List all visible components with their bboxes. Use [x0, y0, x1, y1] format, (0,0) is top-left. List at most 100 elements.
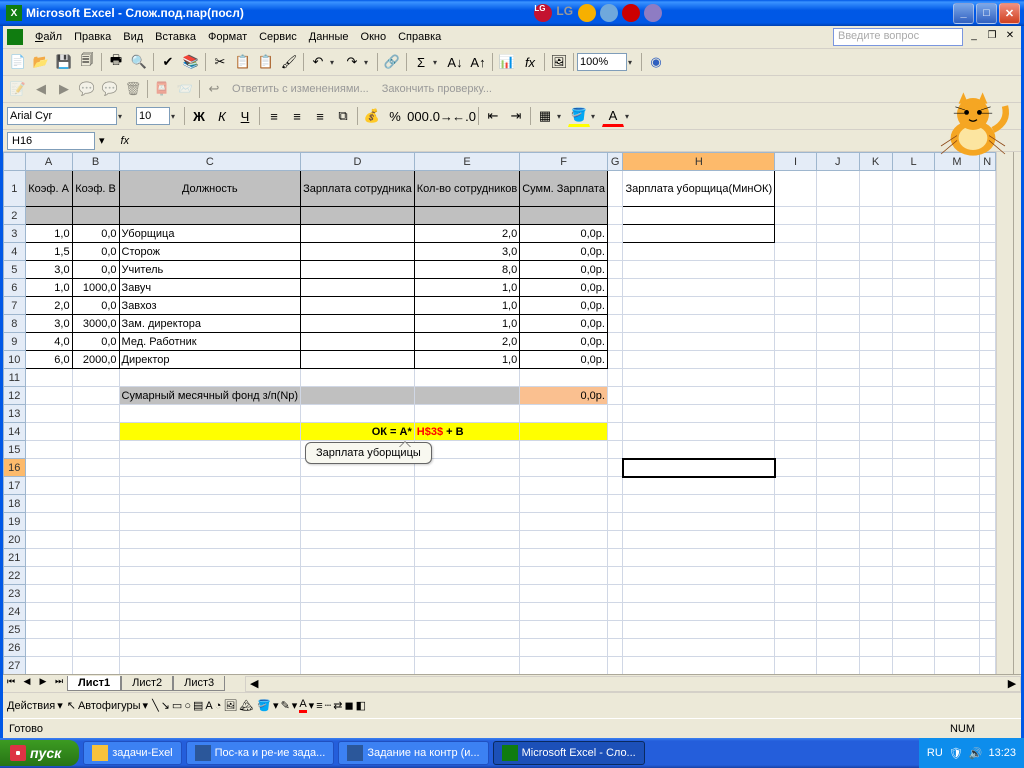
cell[interactable] [301, 333, 415, 351]
cell[interactable] [859, 567, 892, 585]
cell[interactable]: Коэф. В [72, 171, 119, 207]
cell[interactable] [119, 477, 301, 495]
cell[interactable] [623, 567, 775, 585]
cell[interactable] [607, 279, 622, 297]
menu-view[interactable]: Вид [117, 29, 149, 45]
cell[interactable]: 0,0 [72, 297, 119, 315]
col-header[interactable]: D [301, 153, 415, 171]
cell[interactable] [859, 207, 892, 225]
cell[interactable]: 0,0р. [520, 387, 608, 405]
row-header[interactable]: 3 [4, 225, 26, 243]
cell[interactable] [892, 243, 935, 261]
menu-help[interactable]: Справка [392, 29, 447, 45]
permissions-icon[interactable]: 🗐 [76, 51, 98, 73]
cell[interactable] [979, 207, 995, 225]
cut-icon[interactable]: ✂ [209, 51, 231, 73]
cell[interactable] [979, 261, 995, 279]
cell[interactable] [979, 243, 995, 261]
task-pane-handle[interactable] [1013, 152, 1021, 674]
mdi-restore-button[interactable]: ❐ [985, 30, 999, 44]
cell[interactable] [979, 297, 995, 315]
cell[interactable] [623, 531, 775, 549]
open-icon[interactable]: 📂 [30, 51, 52, 73]
cell[interactable]: 3,0 [25, 315, 72, 333]
cell[interactable] [892, 171, 935, 207]
cell[interactable] [979, 657, 995, 675]
col-header[interactable]: H [623, 153, 775, 171]
cell[interactable] [623, 261, 775, 279]
cell[interactable] [623, 207, 775, 225]
cell[interactable] [301, 657, 415, 675]
cell[interactable] [775, 297, 817, 315]
cell[interactable] [817, 495, 860, 513]
cell[interactable] [414, 405, 519, 423]
cell[interactable] [607, 405, 622, 423]
cell[interactable] [623, 495, 775, 513]
cell[interactable] [301, 351, 415, 369]
font-name-input[interactable] [7, 107, 117, 125]
cell[interactable] [979, 441, 995, 459]
cell[interactable]: Уборщица [119, 225, 301, 243]
hyperlink-icon[interactable]: 🔗 [381, 51, 403, 73]
cell[interactable] [301, 261, 415, 279]
cell[interactable] [892, 477, 935, 495]
cell[interactable] [979, 567, 995, 585]
mdi-minimize-button[interactable]: _ [967, 30, 981, 44]
cell[interactable] [935, 531, 979, 549]
cell[interactable]: 3000,0 [72, 315, 119, 333]
cell[interactable]: 2,0 [414, 225, 519, 243]
cell[interactable] [775, 477, 817, 495]
cell[interactable] [414, 567, 519, 585]
cell[interactable] [892, 495, 935, 513]
chart-icon[interactable]: 📊 [496, 51, 518, 73]
cell[interactable] [72, 657, 119, 675]
cell[interactable] [935, 621, 979, 639]
cell[interactable] [775, 495, 817, 513]
cell[interactable] [72, 495, 119, 513]
sheet-tab-2[interactable]: Лист2 [121, 676, 173, 691]
comma-icon[interactable]: 000 [407, 105, 429, 127]
cell[interactable] [859, 639, 892, 657]
cell[interactable] [607, 513, 622, 531]
row-header[interactable]: 10 [4, 351, 26, 369]
cell[interactable] [607, 315, 622, 333]
cell[interactable] [119, 585, 301, 603]
cell[interactable] [301, 531, 415, 549]
cell[interactable] [520, 621, 608, 639]
cell[interactable] [859, 621, 892, 639]
cell[interactable] [623, 297, 775, 315]
cell[interactable]: Коэф. А [25, 171, 72, 207]
minimize-button[interactable]: _ [953, 3, 974, 24]
cell[interactable]: Учитель [119, 261, 301, 279]
cell[interactable] [607, 369, 622, 387]
row-header[interactable]: 22 [4, 567, 26, 585]
drawing-toggle-icon[interactable]: 🖼 [548, 51, 570, 73]
cell[interactable] [607, 333, 622, 351]
cell[interactable] [817, 441, 860, 459]
tab-nav-last-icon[interactable]: ⏭ [51, 676, 67, 692]
dash-style-icon[interactable]: ┄ [325, 699, 332, 712]
cell[interactable] [979, 351, 995, 369]
cell[interactable] [607, 441, 622, 459]
cell[interactable] [892, 261, 935, 279]
cell[interactable] [623, 243, 775, 261]
cell[interactable]: 2000,0 [72, 351, 119, 369]
start-button[interactable]: пуск [0, 740, 79, 766]
cell[interactable] [935, 459, 979, 477]
row-header[interactable]: 7 [4, 297, 26, 315]
cell[interactable] [979, 531, 995, 549]
cell[interactable] [301, 297, 415, 315]
cell[interactable] [119, 405, 301, 423]
cell[interactable] [775, 567, 817, 585]
cell[interactable]: Сумм. Зарплата [520, 171, 608, 207]
cell[interactable]: 1,5 [25, 243, 72, 261]
cell[interactable] [623, 423, 775, 441]
cell[interactable] [859, 351, 892, 369]
row-header[interactable]: 6 [4, 279, 26, 297]
cell[interactable] [119, 441, 301, 459]
cell[interactable] [119, 639, 301, 657]
cell[interactable] [859, 441, 892, 459]
cell[interactable] [859, 405, 892, 423]
cell[interactable] [119, 459, 301, 477]
row-header[interactable]: 14 [4, 423, 26, 441]
